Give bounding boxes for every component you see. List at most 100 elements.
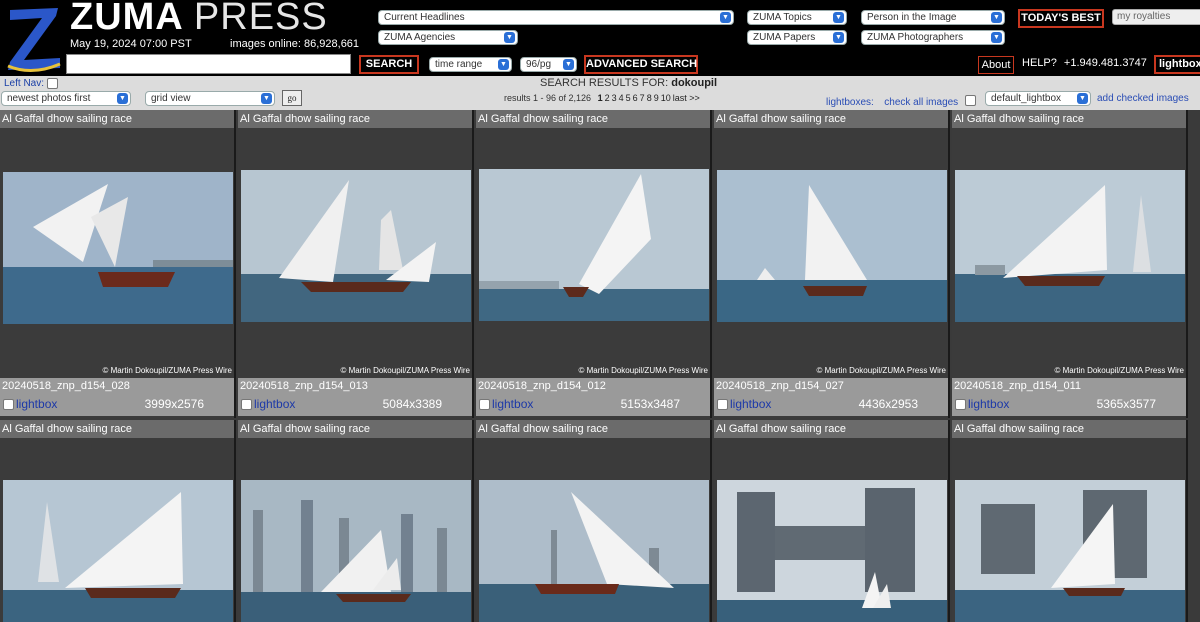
result-info: 20240518_znp_d154_013 lightbox 5084x3389 xyxy=(238,378,472,416)
zuma-photographers-select[interactable]: ZUMA Photographers ▼ xyxy=(861,30,1005,45)
result-filename[interactable]: 20240518_znp_d154_013 xyxy=(240,380,368,392)
result-photo[interactable] xyxy=(3,172,233,324)
person-in-image-select[interactable]: Person in the Image ▼ xyxy=(861,10,1005,25)
results-grid: Al Gaffal dhow sailing race © Martin Dok… xyxy=(0,110,1200,622)
result-card[interactable]: Al Gaffal dhow sailing race xyxy=(952,420,1188,622)
result-title[interactable]: Al Gaffal dhow sailing race xyxy=(714,110,948,128)
result-photo[interactable] xyxy=(955,480,1185,622)
search-input[interactable] xyxy=(66,54,351,74)
page-link[interactable]: 10 xyxy=(661,93,671,103)
lightbox-button[interactable]: lightbox xyxy=(1154,55,1200,74)
result-info: 20240518_znp_d154_012 lightbox 5153x3487 xyxy=(476,378,710,416)
result-card[interactable]: Al Gaffal dhow sailing race © Martin Dok… xyxy=(238,110,474,418)
result-title[interactable]: Al Gaffal dhow sailing race xyxy=(476,110,710,128)
search-button[interactable]: SEARCH xyxy=(359,55,419,74)
result-title[interactable]: Al Gaffal dhow sailing race xyxy=(714,420,948,438)
view-select[interactable]: grid view ▼ xyxy=(145,91,275,106)
result-card[interactable]: Al Gaffal dhow sailing race xyxy=(476,420,712,622)
result-title[interactable]: Al Gaffal dhow sailing race xyxy=(0,420,234,438)
lightbox-label[interactable]: lightbox xyxy=(254,397,295,411)
about-link[interactable]: About xyxy=(978,56,1014,74)
page-link[interactable]: 9 xyxy=(654,93,659,103)
advanced-search-button[interactable]: ADVANCED SEARCH xyxy=(584,55,698,74)
lightbox-checkbox[interactable] xyxy=(3,399,14,411)
page-link[interactable]: 3 xyxy=(612,93,617,103)
add-checked-link[interactable]: add checked images xyxy=(1097,93,1189,104)
chevron-down-icon: ▼ xyxy=(1077,93,1088,104)
check-all-link[interactable]: check all images xyxy=(884,97,958,108)
zuma-agencies-select[interactable]: ZUMA Agencies ▼ xyxy=(378,30,518,45)
sort-select[interactable]: newest photos first ▼ xyxy=(1,91,131,106)
page-link[interactable]: 7 xyxy=(640,93,645,103)
phone-number: +1.949.481.3747 xyxy=(1063,57,1147,69)
lightbox-toggle[interactable]: lightbox xyxy=(479,397,533,411)
current-headlines-select[interactable]: Current Headlines ▼ xyxy=(378,10,734,25)
result-photo[interactable] xyxy=(241,480,471,622)
result-photo[interactable] xyxy=(717,170,947,322)
page-link[interactable]: 6 xyxy=(633,93,638,103)
todays-best-button[interactable]: TODAY'S BEST xyxy=(1018,9,1104,28)
result-card[interactable]: Al Gaffal dhow sailing race © Martin Dok… xyxy=(952,110,1188,418)
result-card[interactable]: Al Gaffal dhow sailing race © Martin Dok… xyxy=(476,110,712,418)
result-title[interactable]: Al Gaffal dhow sailing race xyxy=(952,420,1186,438)
lightbox-label[interactable]: lightbox xyxy=(968,397,1009,411)
result-filename[interactable]: 20240518_znp_d154_028 xyxy=(2,380,130,392)
result-photo[interactable] xyxy=(479,169,709,321)
page-link[interactable]: 2 xyxy=(605,93,610,103)
result-title[interactable]: Al Gaffal dhow sailing race xyxy=(952,110,1186,128)
lightbox-checkbox[interactable] xyxy=(241,399,252,411)
check-all-checkbox[interactable] xyxy=(964,95,976,107)
brand-name[interactable]: ZUMA PRESS xyxy=(70,0,328,39)
chevron-down-icon: ▼ xyxy=(117,93,128,104)
lightbox-toggle[interactable]: lightbox xyxy=(717,397,771,411)
left-nav-toggle[interactable]: Left Nav: xyxy=(4,78,58,89)
result-title[interactable]: Al Gaffal dhow sailing race xyxy=(238,110,472,128)
result-title[interactable]: Al Gaffal dhow sailing race xyxy=(476,420,710,438)
lightbox-toggle[interactable]: lightbox xyxy=(241,397,295,411)
page-link[interactable]: 4 xyxy=(619,93,624,103)
lightboxes-link[interactable]: lightboxes: xyxy=(826,97,874,108)
result-photo[interactable] xyxy=(955,170,1185,322)
lightbox-toggle[interactable]: lightbox xyxy=(3,397,57,411)
result-photo[interactable] xyxy=(241,170,471,322)
page-link[interactable]: 5 xyxy=(626,93,631,103)
result-card[interactable]: Al Gaffal dhow sailing race xyxy=(238,420,474,622)
lightbox-label[interactable]: lightbox xyxy=(730,397,771,411)
result-card[interactable]: Al Gaffal dhow sailing race © Martin Dok… xyxy=(0,110,236,418)
zuma-logo[interactable] xyxy=(2,2,66,74)
lightbox-select[interactable]: default_lightbox ▼ xyxy=(985,91,1091,106)
lightbox-checkbox[interactable] xyxy=(717,399,728,411)
page-link[interactable]: 1 xyxy=(598,93,603,103)
lightbox-checkbox[interactable] xyxy=(955,399,966,411)
header-date: May 19, 2024 07:00 PST xyxy=(70,38,192,50)
help-label[interactable]: HELP? xyxy=(1022,57,1057,69)
left-nav-checkbox[interactable] xyxy=(46,78,58,89)
result-card[interactable]: Al Gaffal dhow sailing race xyxy=(0,420,236,622)
lightbox-select-value: default_lightbox xyxy=(991,93,1062,104)
result-card[interactable]: Al Gaffal dhow sailing race © Martin Dok… xyxy=(714,110,950,418)
result-filename[interactable]: 20240518_znp_d154_012 xyxy=(478,380,606,392)
lightbox-toggle[interactable]: lightbox xyxy=(955,397,1009,411)
page-link[interactable]: 8 xyxy=(647,93,652,103)
result-card[interactable]: Al Gaffal dhow sailing race xyxy=(714,420,950,622)
per-page-value: 96/pg xyxy=(526,59,552,70)
zuma-topics-select[interactable]: ZUMA Topics ▼ xyxy=(747,10,847,25)
my-royalties-field[interactable]: my royalties xyxy=(1112,9,1200,25)
lightbox-label[interactable]: lightbox xyxy=(492,397,533,411)
result-filename[interactable]: 20240518_znp_d154_027 xyxy=(716,380,844,392)
result-filename[interactable]: 20240518_znp_d154_011 xyxy=(954,380,1081,392)
result-title[interactable]: Al Gaffal dhow sailing race xyxy=(238,420,472,438)
result-photo[interactable] xyxy=(717,480,947,622)
lightbox-checkbox[interactable] xyxy=(479,399,490,411)
time-range-select[interactable]: time range ▼ xyxy=(429,57,512,72)
result-title[interactable]: Al Gaffal dhow sailing race xyxy=(0,110,234,128)
last-page-link[interactable]: last >> xyxy=(673,93,700,103)
result-photo[interactable] xyxy=(3,480,233,622)
results-label: SEARCH RESULTS FOR: xyxy=(540,77,669,89)
help-contact: HELP? +1.949.481.3747 xyxy=(1022,57,1147,69)
lightbox-label[interactable]: lightbox xyxy=(16,397,57,411)
go-button[interactable]: go xyxy=(282,90,302,106)
result-photo[interactable] xyxy=(479,480,709,622)
per-page-select[interactable]: 96/pg ▼ xyxy=(520,57,577,72)
zuma-papers-select[interactable]: ZUMA Papers ▼ xyxy=(747,30,847,45)
